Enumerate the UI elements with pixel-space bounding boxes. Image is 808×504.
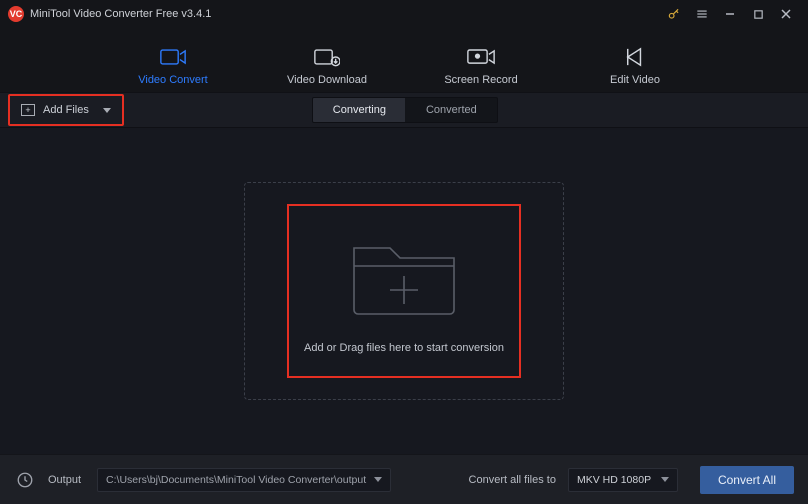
output-path-select[interactable]: C:\Users\bj\Documents\MiniTool Video Con…	[97, 468, 391, 492]
drop-zone-outline: Add or Drag files here to start conversi…	[244, 182, 564, 400]
minimize-button[interactable]	[716, 2, 744, 26]
app-logo-icon: VC	[8, 6, 24, 22]
status-segmented-control: Converting Converted	[312, 97, 498, 123]
app-title: MiniTool Video Converter Free v3.4.1	[30, 8, 211, 20]
tab-label: Edit Video	[610, 74, 660, 86]
screen-record-icon	[467, 46, 495, 68]
tab-video-download[interactable]: Video Download	[281, 46, 373, 86]
output-label: Output	[48, 474, 81, 486]
titlebar: VC MiniTool Video Converter Free v3.4.1	[0, 0, 808, 28]
tab-label: Screen Record	[444, 74, 517, 86]
segment-label: Converting	[333, 104, 386, 116]
tab-edit-video[interactable]: Edit Video	[589, 46, 681, 86]
drop-zone-message: Add or Drag files here to start conversi…	[304, 342, 504, 354]
chevron-down-icon	[103, 108, 111, 113]
convert-all-button[interactable]: Convert All	[700, 466, 794, 494]
output-path-value: C:\Users\bj\Documents\MiniTool Video Con…	[106, 474, 366, 486]
edit-video-icon	[624, 46, 646, 68]
tab-screen-record[interactable]: Screen Record	[435, 46, 527, 86]
drop-zone[interactable]: Add or Drag files here to start conversi…	[287, 204, 521, 378]
upgrade-key-icon[interactable]	[660, 2, 688, 26]
tab-video-convert[interactable]: Video Convert	[127, 46, 219, 86]
chevron-down-icon	[661, 477, 669, 482]
menu-icon[interactable]	[688, 2, 716, 26]
video-download-icon	[314, 46, 340, 68]
add-files-plus-icon: +	[21, 104, 35, 116]
maximize-button[interactable]	[744, 2, 772, 26]
tab-label: Video Download	[287, 74, 367, 86]
footer: Output C:\Users\bj\Documents\MiniTool Vi…	[0, 454, 808, 504]
chevron-down-icon	[374, 477, 382, 482]
main-tabs: Video Convert Video Download Screen Reco…	[0, 28, 808, 92]
add-files-button[interactable]: + Add Files	[11, 97, 121, 123]
history-icon[interactable]	[14, 469, 36, 491]
close-button[interactable]	[772, 2, 800, 26]
convert-files-label: Convert all files to	[469, 474, 556, 486]
segment-converted[interactable]: Converted	[405, 98, 497, 122]
segment-label: Converted	[426, 104, 477, 116]
content-area: Add or Drag files here to start conversi…	[0, 128, 808, 454]
segment-converting[interactable]: Converting	[313, 98, 405, 122]
video-convert-icon	[160, 46, 186, 68]
convert-all-label: Convert All	[718, 473, 776, 487]
subbar: + Add Files Converting Converted	[0, 92, 808, 128]
add-files-highlight: + Add Files	[8, 94, 124, 126]
output-format-value: MKV HD 1080P	[577, 474, 651, 486]
folder-plus-icon	[344, 228, 464, 324]
tab-label: Video Convert	[138, 74, 208, 86]
output-format-select[interactable]: MKV HD 1080P	[568, 468, 678, 492]
app-window: VC MiniTool Video Converter Free v3.4.1 …	[0, 0, 808, 504]
add-files-label: Add Files	[43, 104, 89, 116]
